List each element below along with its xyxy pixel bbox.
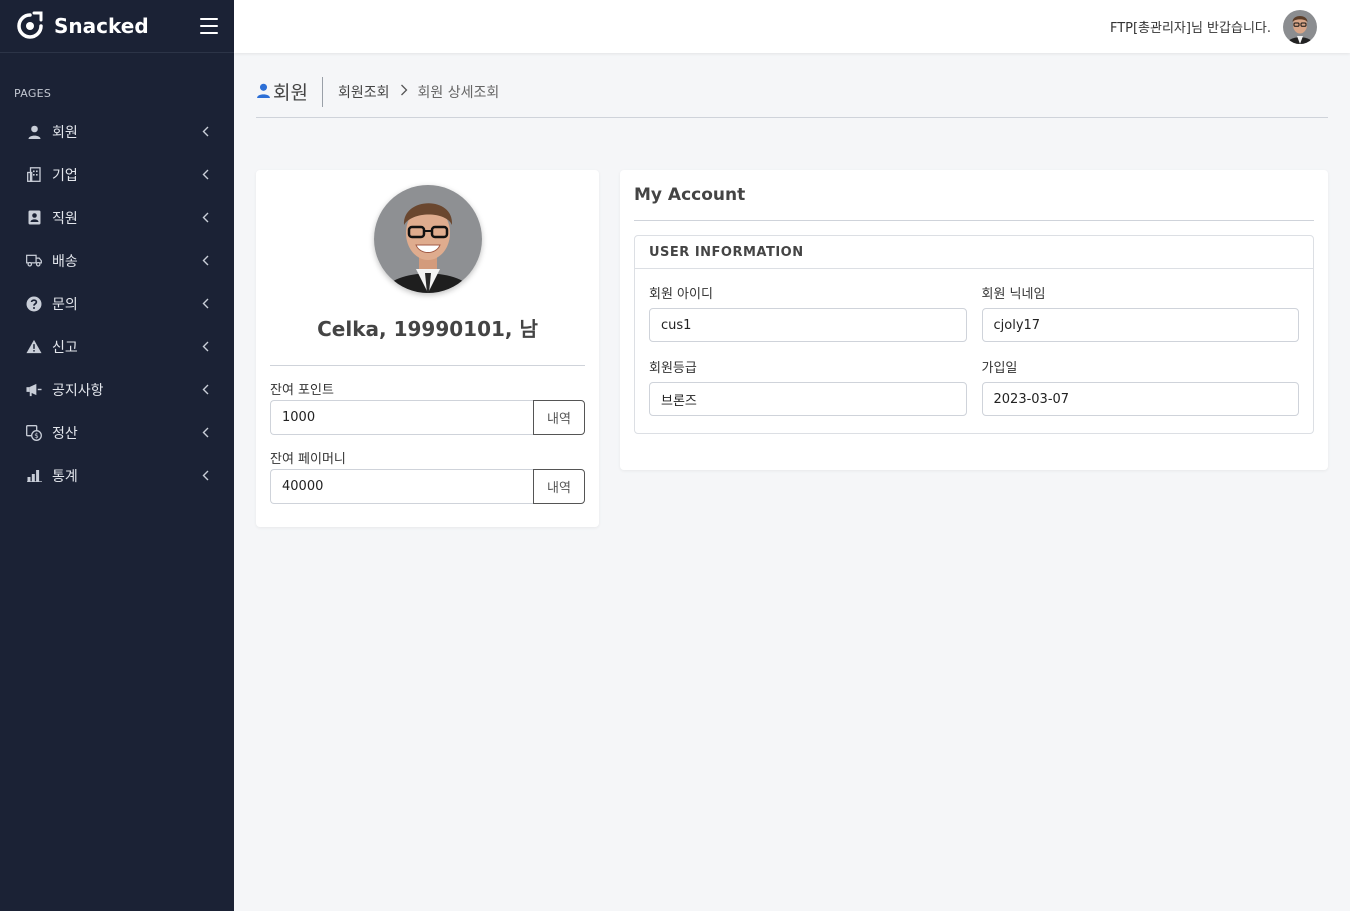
- sidebar-item-notice[interactable]: 공지사항: [0, 368, 234, 411]
- user-info-grid: 회원 아이디 cus1 회원 닉네임 cjoly17 회원등급 브론즈 가입일 …: [635, 269, 1313, 416]
- sidebar-item-settlement[interactable]: $ 정산: [0, 411, 234, 454]
- sidebar-section-label: PAGES: [14, 87, 52, 100]
- account-title: My Account: [634, 170, 1314, 221]
- menu-toggle-icon[interactable]: [200, 18, 218, 34]
- breadcrumb: 회원조회 회원 상세조회: [338, 82, 499, 102]
- person-icon: [26, 124, 42, 140]
- welcome-text: FTP[총관리자]님 반갑습니다.: [1109, 21, 1271, 36]
- settlement-icon: $: [26, 424, 42, 441]
- chevron-left-icon: [200, 298, 210, 309]
- sidebar-item-label: 공지사항: [52, 382, 104, 399]
- warning-icon: [26, 339, 42, 355]
- sidebar-item-report[interactable]: 신고: [0, 325, 234, 368]
- chevron-right-icon: [400, 84, 408, 100]
- points-history-button[interactable]: 내역: [533, 400, 585, 435]
- sidebar-item-label: 직원: [52, 210, 78, 227]
- truck-icon: [26, 253, 42, 269]
- points-input-group: 1000 내역: [270, 400, 585, 435]
- sidebar-item-label: 정산: [52, 425, 78, 442]
- divider: [270, 365, 585, 366]
- brand-name[interactable]: Snacked: [54, 14, 200, 38]
- question-icon: [26, 296, 42, 312]
- member-id-field[interactable]: cus1: [649, 308, 967, 342]
- person-icon: [256, 81, 271, 103]
- sidebar-item-company[interactable]: 기업: [0, 153, 234, 196]
- chevron-left-icon: [200, 212, 210, 223]
- page-header: 회원 회원조회 회원 상세조회: [256, 70, 1328, 118]
- nickname-label: 회원 닉네임: [981, 287, 1046, 302]
- grade-field[interactable]: 브론즈: [649, 382, 967, 416]
- sidebar-nav: 회원 기업 직원 배송 문의 신고 공지사항 $ 정산 통계: [0, 110, 234, 497]
- user-info-box: USER INFORMATION 회원 아이디 cus1 회원 닉네임 cjol…: [634, 235, 1314, 434]
- sidebar-item-label: 문의: [52, 296, 78, 313]
- profile-card: Celka, 19990101, 남 잔여 포인트 1000 내역 잔여 페이머…: [256, 170, 599, 527]
- chevron-left-icon: [200, 470, 210, 481]
- page-title: 회원: [256, 76, 323, 107]
- points-label: 잔여 포인트: [270, 383, 334, 398]
- paymoney-label: 잔여 페이머니: [270, 452, 346, 467]
- chart-icon: [26, 468, 42, 484]
- sidebar-item-inquiry[interactable]: 문의: [0, 282, 234, 325]
- grade-label: 회원등급: [649, 361, 697, 376]
- breadcrumb-item: 회원 상세조회: [417, 84, 500, 101]
- paymoney-field[interactable]: 40000: [270, 469, 533, 504]
- sidebar-item-label: 기업: [52, 167, 78, 184]
- sidebar-item-label: 회원: [52, 124, 78, 141]
- sidebar-item-member[interactable]: 회원: [0, 110, 234, 153]
- account-card: My Account USER INFORMATION 회원 아이디 cus1 …: [620, 170, 1328, 470]
- profile-avatar: [373, 185, 482, 293]
- profile-name: Celka, 19990101, 남: [317, 317, 538, 341]
- sidebar-item-staff[interactable]: 직원: [0, 196, 234, 239]
- megaphone-icon: [26, 382, 42, 398]
- sidebar-item-label: 신고: [52, 339, 78, 356]
- sidebar-item-delivery[interactable]: 배송: [0, 239, 234, 282]
- nickname-field[interactable]: cjoly17: [981, 308, 1299, 342]
- building-icon: [26, 167, 42, 183]
- sidebar-item-label: 통계: [52, 468, 78, 485]
- sidebar: Snacked PAGES 회원 기업 직원 배송 문의 신고 공지사항 $ 정…: [0, 0, 234, 911]
- badge-icon: [26, 210, 42, 226]
- chevron-left-icon: [200, 126, 210, 137]
- member-id-label: 회원 아이디: [649, 287, 713, 302]
- chevron-left-icon: [200, 169, 210, 180]
- svg-text:$: $: [34, 432, 38, 440]
- paymoney-input-group: 40000 내역: [270, 469, 585, 504]
- user-info-heading: USER INFORMATION: [635, 236, 1313, 269]
- sidebar-item-stats[interactable]: 통계: [0, 454, 234, 497]
- points-field[interactable]: 1000: [270, 400, 533, 435]
- topbar: FTP[총관리자]님 반갑습니다.: [234, 0, 1350, 53]
- chevron-left-icon: [200, 255, 210, 266]
- sidebar-item-label: 배송: [52, 253, 78, 270]
- brand: Snacked: [0, 0, 234, 53]
- avatar[interactable]: [1283, 9, 1317, 44]
- chevron-left-icon: [200, 427, 210, 438]
- join-date-field[interactable]: 2023-03-07: [981, 382, 1299, 416]
- paymoney-history-button[interactable]: 내역: [533, 469, 585, 504]
- join-date-label: 가입일: [981, 361, 1018, 376]
- chevron-left-icon: [200, 384, 210, 395]
- logo-icon[interactable]: [14, 10, 46, 42]
- page-title-text: 회원: [273, 82, 308, 104]
- breadcrumb-item[interactable]: 회원조회: [338, 82, 390, 102]
- chevron-left-icon: [200, 341, 210, 352]
